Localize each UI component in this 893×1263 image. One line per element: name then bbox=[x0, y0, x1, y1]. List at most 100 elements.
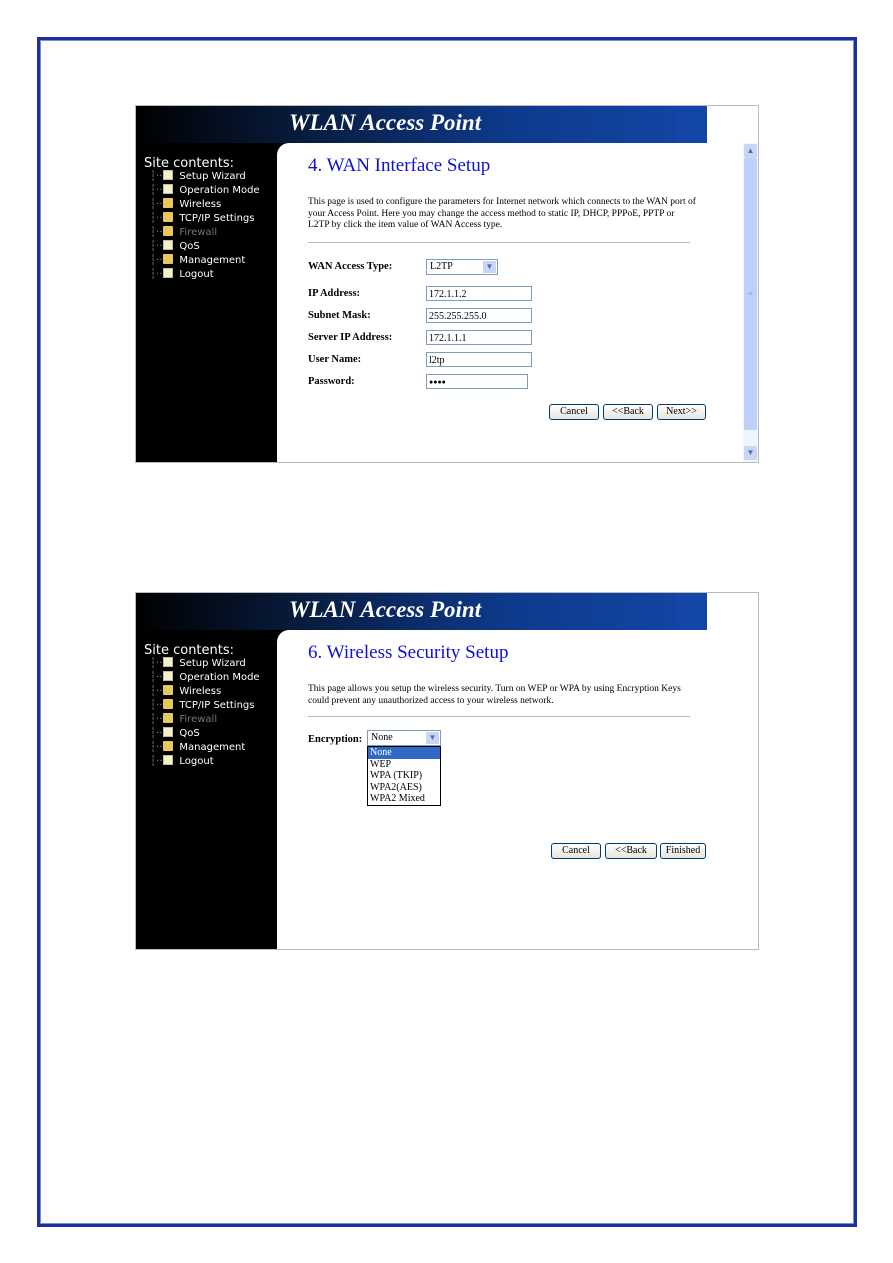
scroll-up-icon[interactable]: ▲ bbox=[744, 144, 757, 158]
page-icon bbox=[163, 184, 174, 194]
tree-line: ┆·· bbox=[150, 241, 163, 252]
option-wep[interactable]: WEP bbox=[368, 759, 440, 771]
folder-icon bbox=[163, 212, 174, 222]
selected-value: L2TP bbox=[430, 261, 453, 272]
sidebar-item-management[interactable]: ┆·· Management bbox=[150, 741, 245, 755]
wan-access-type-select[interactable]: L2TP ▼ bbox=[426, 259, 498, 275]
divider bbox=[308, 716, 690, 717]
sidebar-item-wireless[interactable]: ┆·· Wireless bbox=[150, 685, 221, 699]
subnet-mask-input[interactable]: 255.255.255.0 bbox=[426, 308, 532, 323]
sidebar-item-label: Logout bbox=[179, 756, 214, 767]
sidebar-item-logout[interactable]: ┆·· Logout bbox=[150, 268, 214, 282]
user-name-input[interactable]: l2tp bbox=[426, 352, 532, 367]
sidebar-item-label: Management bbox=[179, 742, 246, 753]
page-description: This page is used to configure the param… bbox=[308, 197, 696, 230]
cancel-button[interactable]: Cancel bbox=[549, 404, 599, 420]
sidebar-item-firewall[interactable]: ┆·· Firewall bbox=[150, 226, 217, 240]
page-icon bbox=[163, 657, 174, 667]
ip-address-label: IP Address: bbox=[308, 288, 361, 299]
sidebar: Site contents: ┆·· Setup Wizard ┆·· Operati… bbox=[136, 630, 277, 949]
selected-value: None bbox=[371, 732, 393, 743]
tree-line: ┆·· bbox=[150, 658, 163, 669]
page-icon bbox=[163, 240, 174, 250]
back-button[interactable]: <<Back bbox=[605, 843, 657, 859]
header-banner: WLAN Access Point bbox=[136, 106, 758, 143]
scroll-thumb[interactable]: ≡ bbox=[744, 158, 757, 430]
content: 6. Wireless Security Setup This page all… bbox=[277, 630, 758, 949]
folder-icon bbox=[163, 685, 174, 695]
sidebar-item-label: Wireless bbox=[179, 686, 222, 697]
sidebar-item-label: QoS bbox=[179, 241, 200, 252]
page-icon bbox=[163, 727, 174, 737]
page-icon bbox=[163, 170, 174, 180]
sidebar-item-logout[interactable]: ┆·· Logout bbox=[150, 755, 214, 769]
scroll-down-icon[interactable]: ▼ bbox=[744, 446, 757, 460]
password-input[interactable]: ●●●● bbox=[426, 374, 528, 389]
sidebar-item-setup-wizard[interactable]: ┆·· Setup Wizard bbox=[150, 170, 246, 184]
sidebar-item-management[interactable]: ┆·· Management bbox=[150, 254, 245, 268]
tree-line: ┆·· bbox=[150, 686, 163, 697]
sidebar-item-label: TCP/IP Settings bbox=[179, 700, 255, 711]
sidebar-item-tcp-ip-settings[interactable]: ┆·· TCP/IP Settings bbox=[150, 699, 254, 713]
option-wpa2-aes[interactable]: WPA2(AES) bbox=[368, 782, 440, 794]
chevron-down-icon[interactable]: ▼ bbox=[426, 732, 439, 744]
sidebar-title: Site contents: bbox=[144, 643, 235, 658]
sidebar-item-label: Logout bbox=[179, 269, 214, 280]
finished-button[interactable]: Finished bbox=[660, 843, 706, 859]
sidebar-item-wireless[interactable]: ┆·· Wireless bbox=[150, 198, 221, 212]
page-title: 6. Wireless Security Setup bbox=[308, 642, 509, 663]
sidebar-item-label: Wireless bbox=[179, 199, 222, 210]
subnet-mask-label: Subnet Mask: bbox=[308, 310, 371, 321]
brand-title: WLAN Access Point bbox=[289, 597, 482, 622]
ip-address-input[interactable]: 172.1.1.2 bbox=[426, 286, 532, 301]
option-wpa2-mixed[interactable]: WPA2 Mixed bbox=[368, 793, 440, 805]
next-button[interactable]: Next>> bbox=[657, 404, 706, 420]
tree-line: ┆·· bbox=[150, 213, 163, 224]
encryption-select[interactable]: None ▼ bbox=[367, 730, 441, 746]
sidebar-item-qos[interactable]: ┆·· QoS bbox=[150, 727, 200, 741]
tree-line: ┆·· bbox=[150, 199, 163, 210]
sidebar-item-operation-mode[interactable]: ┆·· Operation Mode bbox=[150, 671, 260, 685]
tree-line: ┆·· bbox=[150, 756, 163, 767]
sidebar-item-label: QoS bbox=[179, 728, 200, 739]
wireless-security-screenshot: WLAN Access Point Site contents: ┆·· Setu… bbox=[135, 592, 759, 950]
document-page: WLAN Access Point Site contents: ┆·· Setu… bbox=[0, 0, 893, 1263]
header-banner: WLAN Access Point bbox=[136, 593, 758, 630]
cancel-button[interactable]: Cancel bbox=[551, 843, 601, 859]
page-icon bbox=[163, 755, 174, 765]
server-ip-input[interactable]: 172.1.1.1 bbox=[426, 330, 532, 345]
divider bbox=[308, 242, 690, 243]
server-ip-label: Server IP Address: bbox=[308, 332, 393, 343]
sidebar-item-label: Operation Mode bbox=[179, 672, 260, 683]
tree-line: ┆·· bbox=[150, 185, 163, 196]
folder-icon bbox=[163, 254, 174, 264]
folder-icon bbox=[163, 198, 174, 208]
sidebar-item-setup-wizard[interactable]: ┆·· Setup Wizard bbox=[150, 657, 246, 671]
content: 4. WAN Interface Setup This page is used… bbox=[277, 143, 758, 462]
sidebar-item-label: Firewall bbox=[179, 714, 218, 725]
tree-line: ┆·· bbox=[150, 742, 163, 753]
sidebar-item-label: Setup Wizard bbox=[179, 171, 246, 182]
back-button[interactable]: <<Back bbox=[603, 404, 653, 420]
sidebar-item-qos[interactable]: ┆·· QoS bbox=[150, 240, 200, 254]
sidebar-item-tcp-ip-settings[interactable]: ┆·· TCP/IP Settings bbox=[150, 212, 254, 226]
encryption-dropdown-list: None WEP WPA (TKIP) WPA2(AES) WPA2 Mixed bbox=[367, 746, 441, 806]
option-none[interactable]: None bbox=[368, 747, 440, 759]
sidebar-item-firewall[interactable]: ┆·· Firewall bbox=[150, 713, 217, 727]
chevron-down-icon[interactable]: ▼ bbox=[483, 261, 496, 273]
page-title: 4. WAN Interface Setup bbox=[308, 155, 491, 176]
tree-line: ┆·· bbox=[150, 227, 163, 238]
folder-icon bbox=[163, 741, 174, 751]
encryption-label: Encryption: bbox=[308, 734, 363, 745]
user-name-label: User Name: bbox=[308, 354, 362, 365]
page-description: This page allows you setup the wireless … bbox=[308, 684, 681, 706]
vertical-scrollbar[interactable]: ▲ ≡ ▼ bbox=[743, 143, 758, 462]
sidebar-item-label: Firewall bbox=[179, 227, 218, 238]
tree-line: ┆·· bbox=[150, 728, 163, 739]
wan-setup-screenshot: WLAN Access Point Site contents: ┆·· Setu… bbox=[135, 105, 759, 463]
page-icon bbox=[163, 671, 174, 681]
sidebar-item-operation-mode[interactable]: ┆·· Operation Mode bbox=[150, 184, 260, 198]
option-wpa-tkip[interactable]: WPA (TKIP) bbox=[368, 770, 440, 782]
tree-line: ┆·· bbox=[150, 171, 163, 182]
tree-line: ┆·· bbox=[150, 672, 163, 683]
